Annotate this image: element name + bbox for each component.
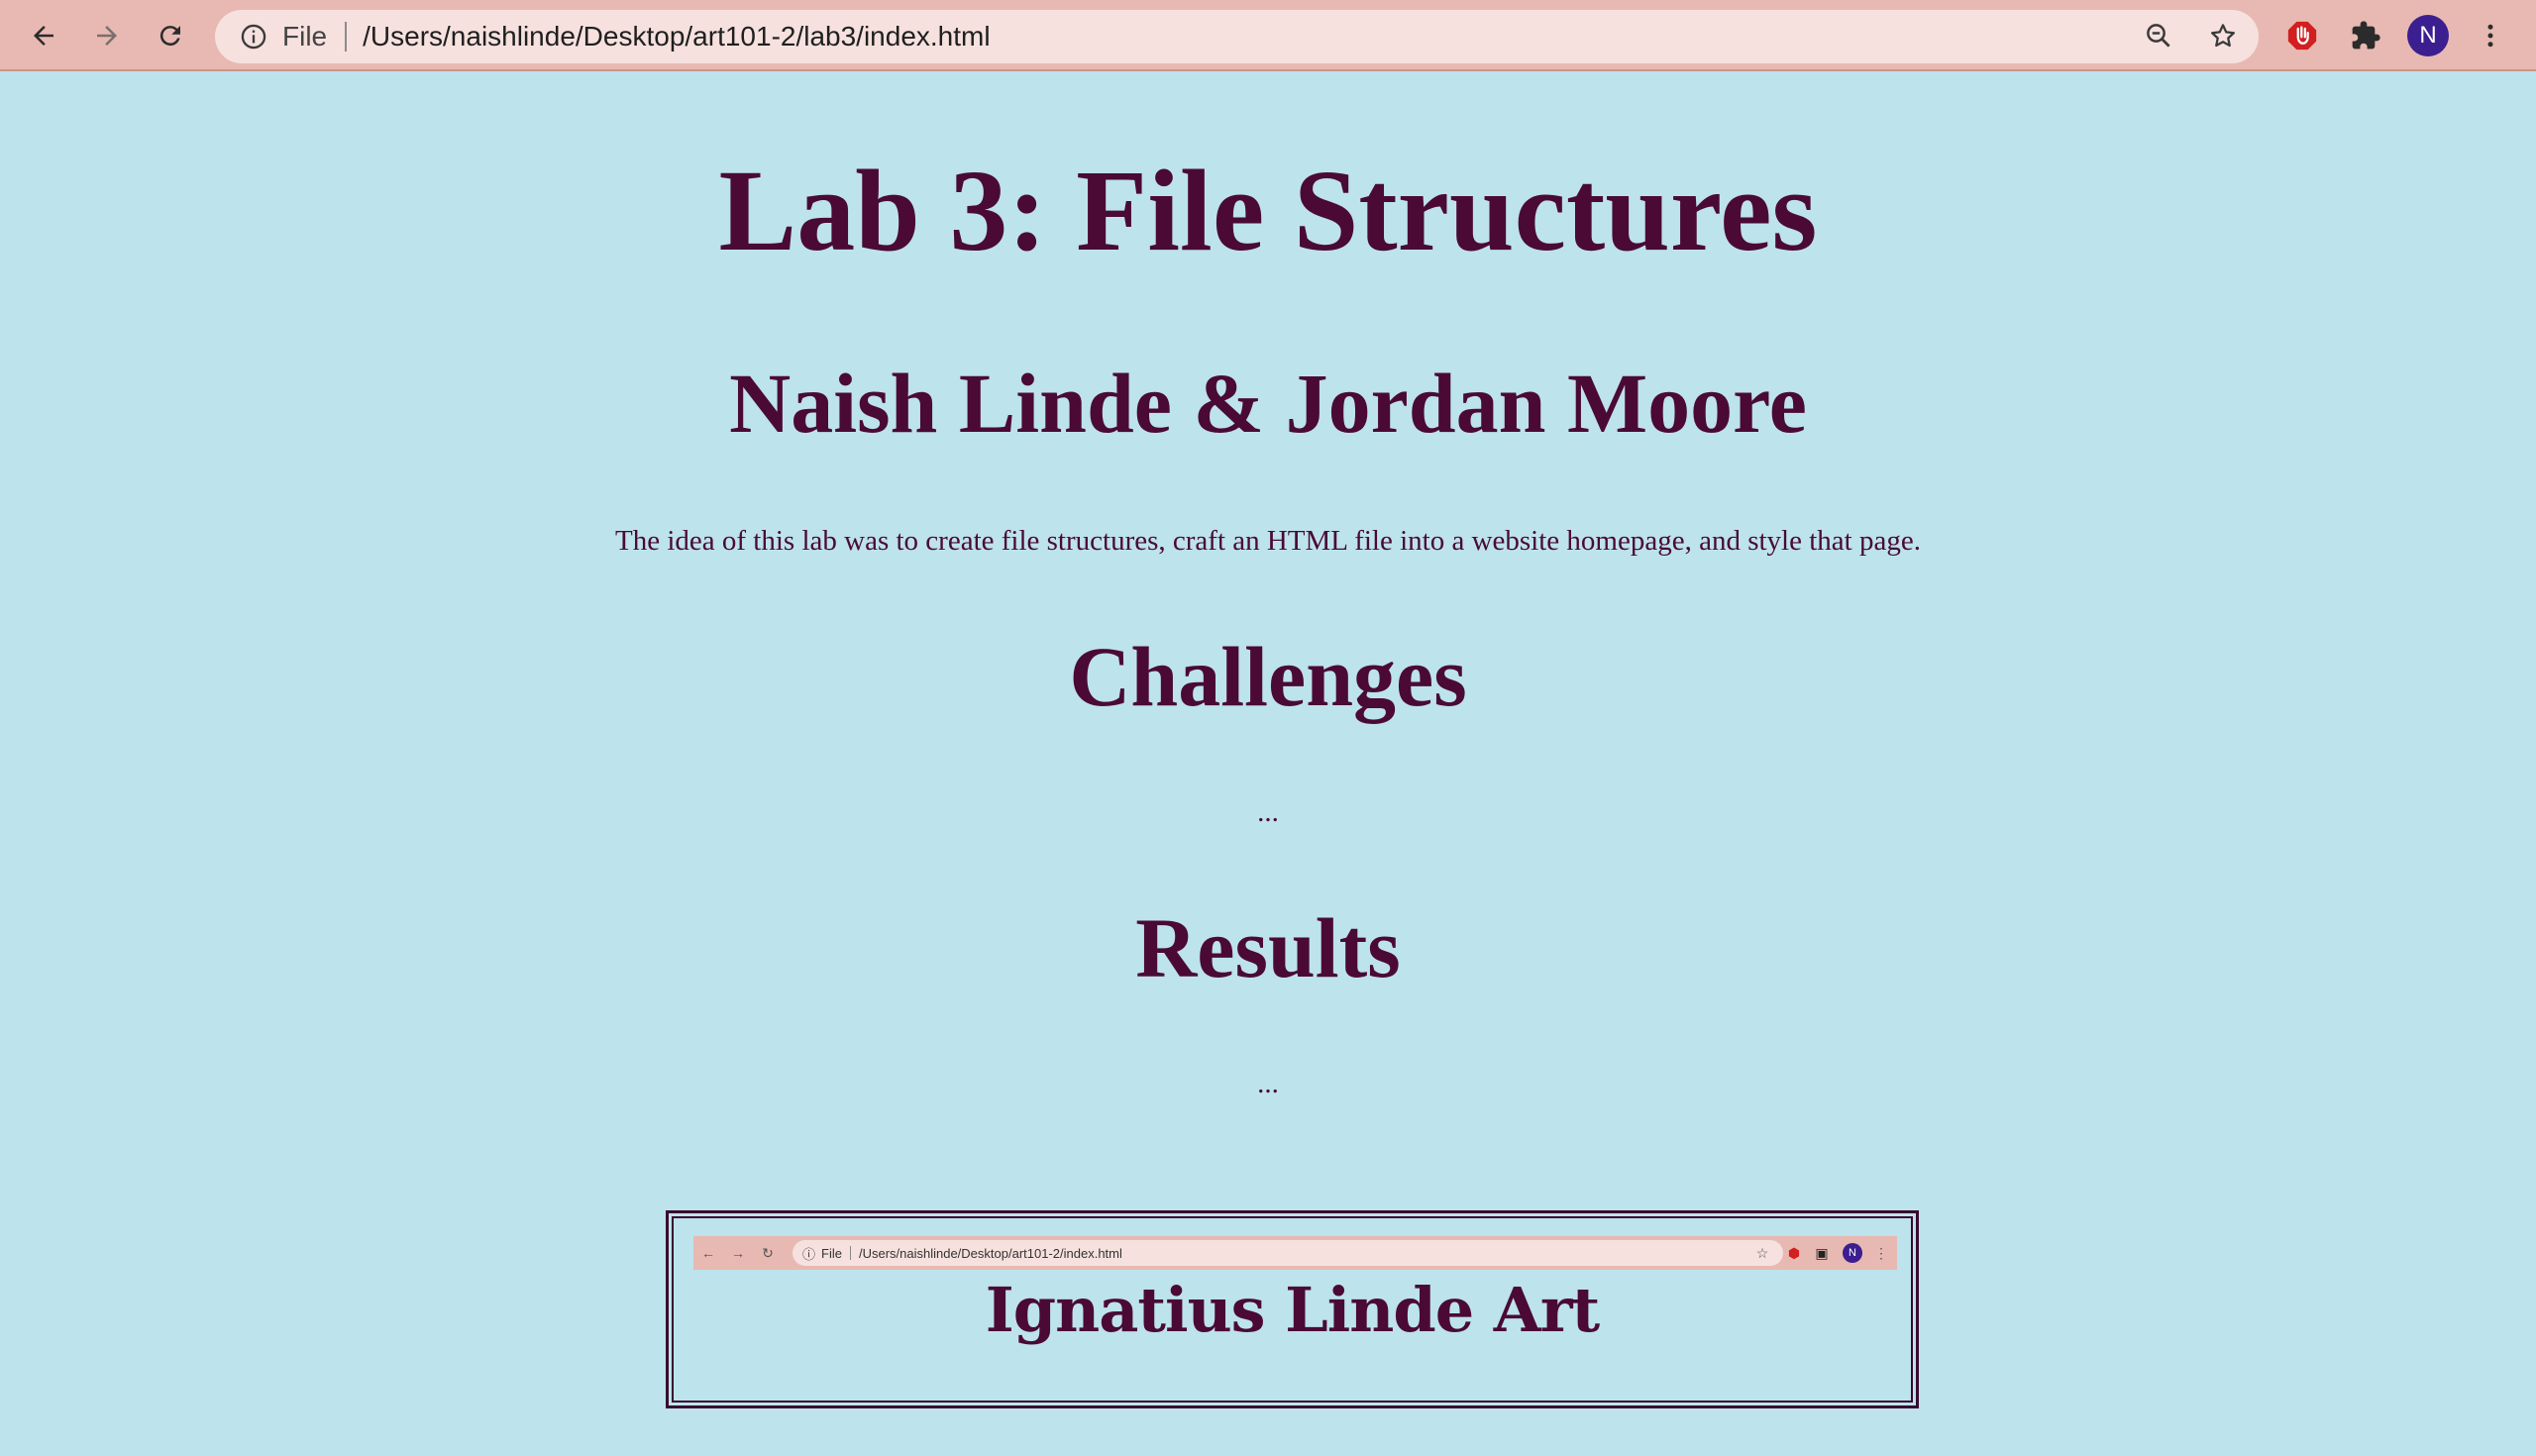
mini-adblock-icon: ⬢: [1787, 1244, 1801, 1261]
mini-omnibox-divider: [849, 1246, 851, 1260]
embedded-screenshot: ← → ↻ ⓘ File /Users/naishlinde/Desktop/a…: [666, 1210, 1919, 1408]
address-bar[interactable]: File /Users/naishlinde/Desktop/art101-2/…: [215, 10, 2259, 63]
results-text: ...: [1257, 1068, 1279, 1099]
mini-menu-icon: ⋮: [1874, 1244, 1888, 1261]
back-icon[interactable]: [20, 12, 67, 59]
url-text[interactable]: /Users/naishlinde/Desktop/art101-2/lab3/…: [363, 21, 990, 52]
challenges-heading: Challenges: [1069, 629, 1467, 724]
results-heading: Results: [1135, 900, 1401, 995]
embedded-screenshot-inner: ← → ↻ ⓘ File /Users/naishlinde/Desktop/a…: [672, 1216, 1913, 1403]
mini-back-icon: ←: [701, 1245, 715, 1261]
challenges-text: ...: [1257, 796, 1279, 828]
omnibox-divider: [345, 22, 348, 52]
forward-icon[interactable]: [83, 12, 131, 59]
browser-toolbar: File /Users/naishlinde/Desktop/art101-2/…: [0, 0, 2536, 71]
star-icon[interactable]: [2199, 12, 2247, 59]
page-title: Lab 3: File Structures: [718, 146, 1818, 275]
mini-star-icon: ☆: [1755, 1244, 1769, 1261]
mini-browser-toolbar: ← → ↻ ⓘ File /Users/naishlinde/Desktop/a…: [693, 1236, 1897, 1270]
mini-reload-icon: ↻: [762, 1244, 774, 1261]
zoom-icon[interactable]: [2135, 12, 2182, 59]
intro-paragraph: The idea of this lab was to create file …: [615, 525, 1921, 557]
info-icon[interactable]: [237, 20, 270, 53]
menu-icon[interactable]: [2467, 12, 2514, 59]
extensions-icon[interactable]: [2342, 12, 2389, 59]
mini-page-title: Ignatius Linde Art: [985, 1274, 1600, 1346]
scheme-label: File: [282, 21, 328, 52]
mini-info-icon: ⓘ: [802, 1246, 816, 1262]
mini-scheme-label: File: [821, 1245, 842, 1261]
adblock-icon[interactable]: [2278, 12, 2326, 59]
mini-forward-icon: →: [731, 1245, 745, 1261]
reload-icon[interactable]: [147, 12, 194, 59]
mini-url-text: /Users/naishlinde/Desktop/art101-2/index…: [858, 1245, 1122, 1261]
profile-avatar[interactable]: N: [2407, 15, 2449, 56]
mini-avatar: N: [1843, 1243, 1862, 1263]
authors-heading: Naish Linde & Jordan Moore: [729, 356, 1807, 451]
mini-extensions-icon: ▣: [1815, 1244, 1829, 1261]
mini-address-bar: ⓘ File /Users/naishlinde/Desktop/art101-…: [792, 1240, 1783, 1266]
